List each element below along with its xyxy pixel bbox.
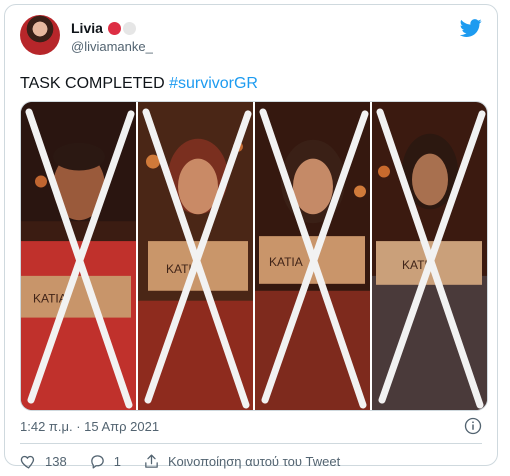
photo-panel-4[interactable]: KATIA (372, 102, 487, 410)
media-grid[interactable]: KATIA KATIA KATIA KATIA (20, 101, 488, 411)
info-icon[interactable] (464, 417, 482, 435)
photo-panel-1[interactable]: KATIA (21, 102, 136, 410)
share-label: Κοινοποίηση αυτού του Tweet (167, 453, 341, 469)
share-icon (145, 453, 158, 468)
photo-panel-3-image: KATIA (255, 102, 370, 410)
avatar[interactable] (20, 15, 60, 55)
like-count: 138 (45, 453, 67, 469)
photo-panel-1-image: KATIA (21, 102, 136, 410)
reply-count: 1 (113, 453, 121, 469)
photo-panel-2[interactable]: KATIA (138, 102, 253, 410)
red-circle-icon (107, 21, 121, 35)
author-handle[interactable]: @liviamanke_ (71, 39, 153, 54)
author-name-line[interactable]: Livia (71, 20, 136, 36)
share-button[interactable]: Κοινοποίηση αυτού του Tweet (143, 453, 340, 470)
author-name[interactable]: Livia (71, 20, 103, 36)
like-button[interactable]: 138 (20, 453, 67, 470)
photo-panel-2-image: KATIA (138, 102, 253, 410)
photo-panel-3[interactable]: KATIA (255, 102, 370, 410)
twitter-bird-icon[interactable] (460, 17, 482, 39)
hashtag-link[interactable]: #survivorGR (169, 75, 258, 92)
reply-icon (90, 454, 104, 469)
tweet-timestamp[interactable]: 1:42 π.μ. · 15 Απρ 2021 (20, 419, 159, 434)
tweet-card: Livia @liviamanke_ TASK COMPLETED #survi… (4, 4, 498, 469)
divider (20, 443, 482, 444)
tweet-body: TASK COMPLETED (20, 75, 170, 92)
action-bar: 138 1 Κοινοποίηση αυτού του Tweet (20, 451, 362, 471)
sign-text-3: KATIA (269, 255, 303, 269)
tweet-text: TASK COMPLETED #survivorGR (20, 75, 258, 93)
photo-panel-4-image: KATIA (372, 102, 487, 410)
heart-icon (20, 455, 35, 469)
white-circle-icon (122, 21, 136, 35)
reply-button[interactable]: 1 (89, 453, 121, 470)
